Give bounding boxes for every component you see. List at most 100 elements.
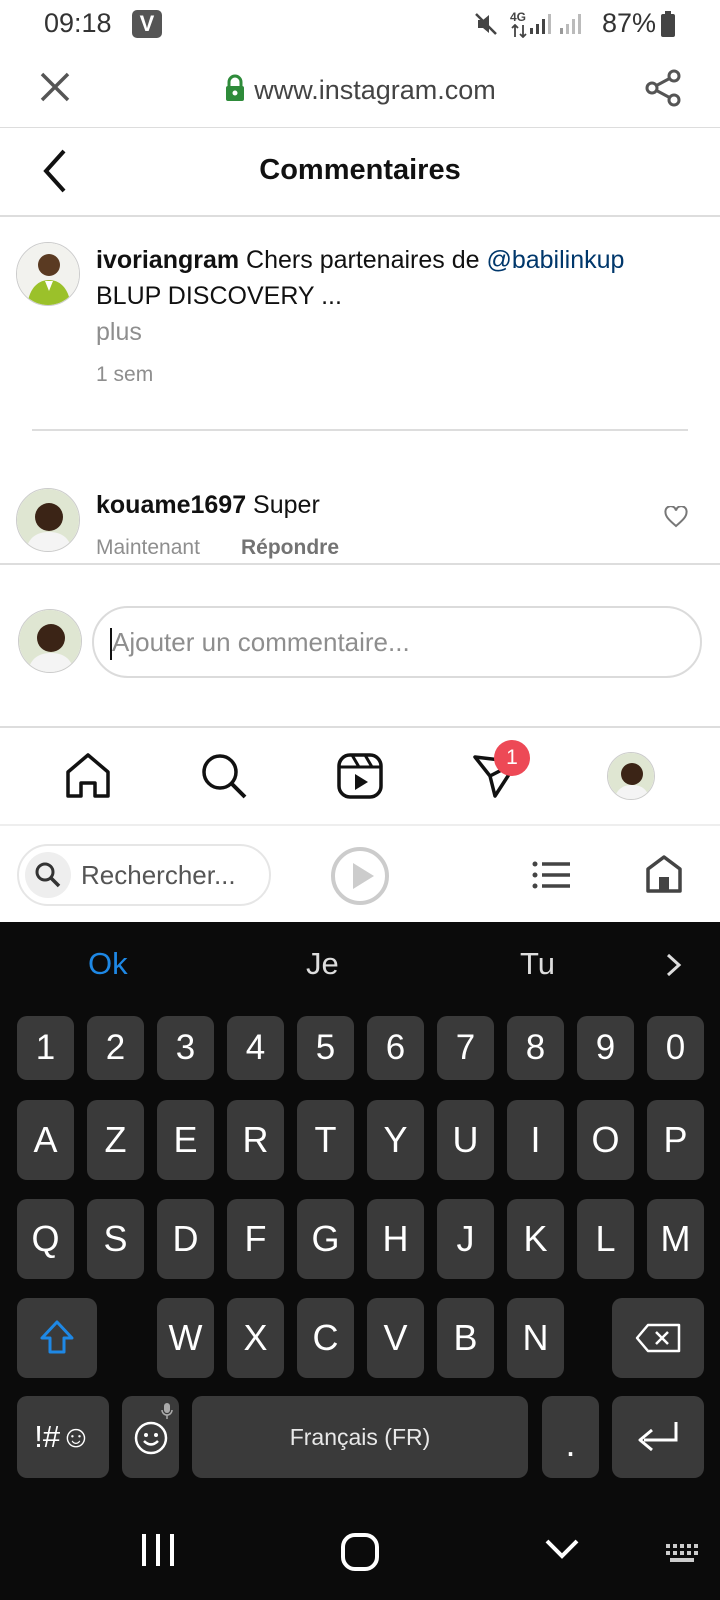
key-j[interactable]: J — [437, 1199, 494, 1279]
profile-nav-avatar[interactable] — [607, 752, 655, 800]
key-7[interactable]: 7 — [437, 1016, 494, 1080]
suggestion-3[interactable]: Tu — [520, 946, 555, 982]
like-heart-icon[interactable] — [664, 505, 688, 533]
comments-bottom-divider — [0, 563, 720, 565]
key-h[interactable]: H — [367, 1199, 424, 1279]
battery-icon — [660, 11, 676, 42]
key-2[interactable]: 2 — [87, 1016, 144, 1080]
caption-more-link[interactable]: plus — [96, 314, 142, 350]
key-0[interactable]: 0 — [647, 1016, 704, 1080]
keyboard-switch-icon[interactable] — [666, 1544, 698, 1569]
suggestion-1[interactable]: Ok — [88, 946, 128, 982]
backspace-key[interactable] — [612, 1298, 704, 1378]
key-m[interactable]: M — [647, 1199, 704, 1279]
battery-percentage: 87% — [602, 8, 657, 38]
share-icon[interactable] — [644, 68, 684, 113]
system-home-icon[interactable] — [340, 1532, 380, 1577]
caption-mention-link[interactable]: @babilinkup — [486, 246, 624, 274]
key-n[interactable]: N — [507, 1298, 564, 1378]
key-l[interactable]: L — [577, 1199, 634, 1279]
browser-home-icon[interactable] — [644, 854, 684, 899]
url-label: www.instagram.com — [254, 75, 496, 105]
key-v[interactable]: V — [367, 1298, 424, 1378]
caption-line2: BLUP DISCOVERY ... — [96, 282, 342, 310]
key-i[interactable]: I — [507, 1100, 564, 1180]
list-icon[interactable] — [532, 858, 572, 897]
comment-body: Super — [246, 491, 320, 519]
key-6[interactable]: 6 — [367, 1016, 424, 1080]
search-icon — [25, 852, 71, 898]
comment-time: Maintenant — [96, 536, 200, 559]
recent-apps-icon[interactable] — [140, 1532, 176, 1573]
key-r[interactable]: R — [227, 1100, 284, 1180]
key-q[interactable]: Q — [17, 1199, 74, 1279]
notification-app-icon: V — [132, 10, 162, 38]
browser-toolbar: Rechercher... — [0, 824, 720, 922]
shift-key[interactable] — [17, 1298, 97, 1378]
key-f[interactable]: F — [227, 1199, 284, 1279]
key-b[interactable]: B — [437, 1298, 494, 1378]
status-time: 09:18 — [44, 8, 112, 38]
hide-keyboard-icon[interactable] — [544, 1536, 580, 1567]
browser-search-placeholder: Rechercher... — [81, 860, 236, 890]
period-key[interactable]: . — [542, 1396, 599, 1478]
comment-text: kouame1697 Super — [96, 487, 320, 523]
lock-icon — [224, 74, 246, 109]
key-y[interactable]: Y — [367, 1100, 424, 1180]
key-x[interactable]: X — [227, 1298, 284, 1378]
key-4[interactable]: 4 — [227, 1016, 284, 1080]
suggestion-2[interactable]: Je — [306, 946, 339, 982]
key-c[interactable]: C — [297, 1298, 354, 1378]
messages-badge: 1 — [494, 740, 530, 776]
key-e[interactable]: E — [157, 1100, 214, 1180]
data-arrows-icon — [510, 23, 528, 43]
caption-time: 1 sem — [96, 363, 154, 386]
nav-top-divider — [0, 726, 720, 728]
comment-input[interactable]: Ajouter un commentaire... — [92, 606, 702, 678]
composer-avatar — [18, 609, 82, 673]
home-nav-icon[interactable] — [64, 752, 112, 805]
key-t[interactable]: T — [297, 1100, 354, 1180]
browser-search-field[interactable]: Rechercher... — [17, 844, 271, 906]
comment-input-placeholder: Ajouter un commentaire... — [112, 627, 410, 657]
voice-input-icon[interactable] — [161, 1402, 173, 1425]
key-9[interactable]: 9 — [577, 1016, 634, 1080]
key-8[interactable]: 8 — [507, 1016, 564, 1080]
keyboard: Ok Je Tu 1234567890 AZERTYUIOP QSDFGHJKL… — [0, 922, 720, 1600]
status-bar: 09:18 V 4G 87% — [0, 0, 720, 50]
key-z[interactable]: Z — [87, 1100, 144, 1180]
comment-username[interactable]: kouame1697 — [96, 491, 246, 519]
key-p[interactable]: P — [647, 1100, 704, 1180]
reels-nav-icon[interactable] — [336, 752, 384, 805]
key-d[interactable]: D — [157, 1199, 214, 1279]
key-k[interactable]: K — [507, 1199, 564, 1279]
key-g[interactable]: G — [297, 1199, 354, 1279]
caption-avatar[interactable] — [16, 242, 80, 306]
signal-icon — [528, 12, 552, 41]
suggestions-expand-icon[interactable] — [664, 952, 684, 983]
search-nav-icon[interactable] — [200, 752, 248, 805]
space-key[interactable]: Français (FR) — [192, 1396, 528, 1478]
comment-avatar[interactable] — [16, 488, 80, 552]
page-title: Commentaires — [259, 154, 461, 186]
reply-button[interactable]: Répondre — [241, 536, 339, 560]
key-3[interactable]: 3 — [157, 1016, 214, 1080]
key-w[interactable]: W — [157, 1298, 214, 1378]
caption-username[interactable]: ivoriangram — [96, 246, 239, 274]
enter-key[interactable] — [612, 1396, 704, 1478]
key-o[interactable]: O — [577, 1100, 634, 1180]
symbols-key[interactable]: !#☺ — [17, 1396, 109, 1478]
key-s[interactable]: S — [87, 1199, 144, 1279]
browser-bar: www.instagram.com — [0, 50, 720, 128]
key-1[interactable]: 1 — [17, 1016, 74, 1080]
network-type-label: 4G — [510, 10, 527, 24]
key-5[interactable]: 5 — [297, 1016, 354, 1080]
signal-icon-2 — [558, 12, 582, 41]
key-a[interactable]: A — [17, 1100, 74, 1180]
comments-header: Commentaires — [0, 129, 720, 217]
mute-icon — [472, 10, 500, 43]
caption-text: ivoriangram Chers partenaires de @babili… — [96, 242, 696, 314]
url-text[interactable]: www.instagram.com — [0, 74, 720, 109]
key-u[interactable]: U — [437, 1100, 494, 1180]
play-icon[interactable] — [330, 846, 390, 911]
